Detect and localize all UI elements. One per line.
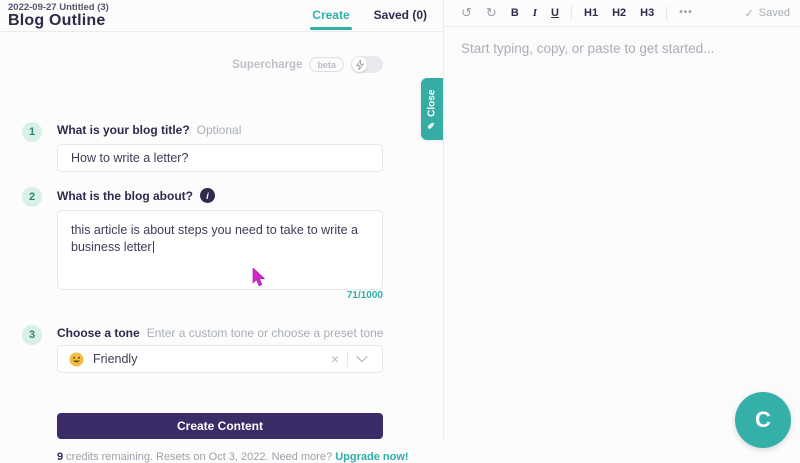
text-caret — [152, 241, 154, 253]
tab-bar: Create Saved (0) — [300, 0, 439, 32]
supercharge-toggle[interactable] — [351, 56, 383, 73]
bold-button[interactable]: B — [504, 0, 526, 26]
tone-select[interactable]: Friendly × — [57, 345, 383, 373]
step-2-question: What is the blog about? — [57, 188, 193, 203]
redo-icon[interactable]: ↻ — [479, 0, 504, 26]
step-3-badge: 3 — [22, 325, 42, 345]
blog-about-value: this article is about steps you need to … — [71, 223, 358, 254]
check-icon: ✓ — [744, 7, 754, 20]
form-area: Supercharge beta 1 What is your blog tit… — [0, 32, 443, 463]
h2-button[interactable]: H2 — [605, 0, 633, 26]
step-3-hint: Enter a custom tone or choose a preset t… — [146, 326, 384, 340]
brand-fab-button[interactable]: C — [735, 392, 791, 448]
editor-placeholder: Start typing, copy, or paste to get star… — [461, 41, 715, 56]
blog-title-value: How to write a letter? — [71, 151, 189, 165]
step-1-question: What is your blog title? — [57, 123, 190, 137]
step-3-question: Choose a tone — [57, 326, 140, 340]
step-3-question-row: Choose a tone Enter a custom tone or cho… — [57, 326, 384, 340]
toggle-knob — [352, 57, 367, 72]
select-divider — [347, 351, 348, 367]
close-tab-label: Close — [426, 89, 438, 117]
saved-status-label: Saved — [758, 7, 790, 19]
create-content-button[interactable]: Create Content — [57, 413, 383, 439]
blog-about-textarea[interactable]: this article is about steps you need to … — [57, 210, 383, 290]
toolbar-divider — [666, 6, 668, 20]
toolbar-divider — [571, 6, 572, 20]
more-options-icon[interactable]: ••• — [672, 0, 700, 26]
close-tab-inner: ✎ Close — [427, 89, 438, 129]
create-panel: 2022-09-27 Untitled (3) Blog Outline Cre… — [0, 0, 443, 463]
upgrade-link[interactable]: Upgrade now! — [335, 451, 408, 463]
underline-button[interactable]: U — [544, 0, 566, 26]
italic-button[interactable]: I — [526, 0, 544, 26]
step-1-badge: 1 — [22, 122, 42, 142]
step-1-optional: Optional — [196, 123, 242, 137]
step-2-question-row: What is the blog about? i — [57, 188, 215, 203]
undo-icon[interactable]: ↺ — [454, 0, 479, 26]
close-panel-button[interactable]: ✎ Close — [421, 78, 443, 140]
step-1-question-row: What is your blog title? Optional — [57, 123, 241, 137]
tone-label: Friendly — [93, 352, 138, 366]
page-title: Blog Outline — [8, 12, 106, 29]
editor-panel: ↺ ↻ B I U H1 H2 H3 ••• ✓ Saved Start typ… — [443, 0, 800, 441]
editor-toolbar: ↺ ↻ B I U H1 H2 H3 ••• ✓ Saved — [444, 0, 800, 27]
editor-content[interactable]: Start typing, copy, or paste to get star… — [444, 27, 800, 70]
h3-button[interactable]: H3 — [633, 0, 661, 26]
info-icon[interactable]: i — [199, 188, 215, 203]
blog-title-input[interactable]: How to write a letter? — [57, 144, 383, 172]
chevron-down-icon[interactable] — [356, 350, 368, 362]
lightning-icon — [355, 59, 364, 70]
left-header: 2022-09-27 Untitled (3) Blog Outline Cre… — [0, 0, 443, 32]
tone-value: Friendly — [69, 346, 323, 372]
credits-text: credits remaining. Resets on Oct 3, 2022… — [63, 451, 336, 463]
saved-status: ✓ Saved — [745, 7, 790, 20]
beta-badge: beta — [309, 57, 344, 72]
h1-button[interactable]: H1 — [577, 0, 605, 26]
pencil-icon: ✎ — [426, 121, 437, 129]
smiley-icon — [69, 352, 84, 366]
tab-create[interactable]: Create — [300, 0, 361, 32]
clear-tone-icon[interactable]: × — [323, 346, 347, 372]
char-counter: 71/1000 — [346, 290, 383, 301]
tab-saved[interactable]: Saved (0) — [362, 0, 439, 32]
supercharge-label: Supercharge — [232, 58, 303, 71]
credits-line: 9 credits remaining. Resets on Oct 3, 20… — [57, 451, 409, 463]
supercharge-row: Supercharge beta — [232, 56, 383, 73]
step-2-badge: 2 — [22, 187, 42, 207]
